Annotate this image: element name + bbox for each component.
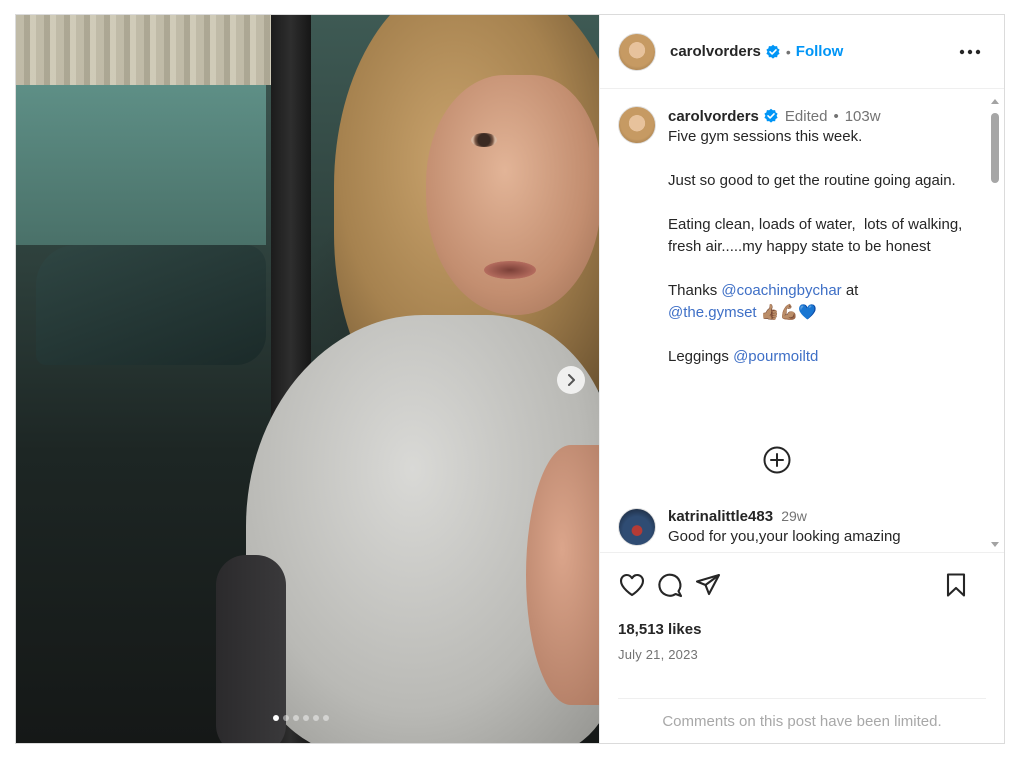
caption-author-avatar[interactable] [618, 106, 656, 144]
mention-link[interactable]: @the.gymset [668, 304, 757, 321]
comment-text: Good for you,your looking amazing [668, 528, 901, 545]
author-username[interactable]: carolvorders [670, 43, 761, 60]
next-slide-button[interactable] [557, 366, 585, 394]
caption-text: Five gym sessions this week. Just so goo… [668, 126, 968, 368]
scrollbar[interactable] [988, 95, 1002, 551]
verified-badge-icon [766, 44, 780, 59]
emoji-text: 👍🏽💪🏽💙 [756, 304, 817, 321]
comment-age[interactable]: 29w [781, 508, 807, 524]
caption-text-fragment: Thanks [668, 282, 722, 299]
photo-background [16, 15, 306, 85]
mention-link[interactable]: @pourmoiltd [733, 348, 818, 365]
photo-cushion [36, 245, 266, 365]
photo-face [426, 75, 599, 315]
post-actions: 18,513 likes July 21, 2023 Comments on t… [600, 552, 1004, 743]
carousel-dot [323, 715, 329, 721]
header-separator: • [785, 43, 791, 60]
commenter-avatar[interactable] [618, 508, 656, 546]
post-age[interactable]: 103w [845, 108, 881, 125]
caption: carolvorders Edited • 103w Five gym sess… [618, 106, 968, 390]
paper-plane-icon[interactable] [694, 571, 722, 599]
post-details-panel: carolvorders • Follow carolvorders Edite… [599, 15, 1004, 743]
carousel-dot [303, 715, 309, 721]
heart-icon[interactable] [618, 571, 646, 599]
caption-thanks: Thanks @coachingbychar at @the.gymset 👍🏽💪… [668, 280, 968, 324]
comments-limited-notice: Comments on this post have been limited. [618, 698, 986, 744]
instagram-post: carolvorders • Follow carolvorders Edite… [15, 14, 1005, 744]
photo-mouth [484, 261, 536, 279]
photo-eye [471, 133, 497, 147]
more-options-button[interactable] [958, 42, 982, 62]
verified-badge-icon [764, 108, 778, 123]
caption-line: Five gym sessions this week. [668, 128, 863, 145]
likes-count[interactable]: 18,513 likes [618, 621, 701, 638]
post-image[interactable] [16, 15, 599, 743]
bookmark-icon[interactable] [942, 571, 970, 599]
scrollbar-thumb[interactable] [991, 113, 999, 183]
more-options-icon [959, 49, 981, 55]
comment: katrinalittle483 29w Good for you,your l… [618, 508, 901, 546]
scroll-down-arrow-icon[interactable] [990, 539, 1000, 549]
mention-link[interactable]: @coachingbychar [721, 282, 841, 299]
carousel-dot [293, 715, 299, 721]
edited-label: Edited [784, 107, 828, 125]
caption-leggings: Leggings @pourmoiltd [668, 346, 968, 368]
caption-text-fragment: Leggings [668, 348, 734, 365]
commenter-username[interactable]: katrinalittle483 [668, 508, 773, 525]
caption-username[interactable]: carolvorders [668, 108, 759, 125]
post-date[interactable]: July 21, 2023 [618, 647, 698, 662]
carousel-dot [283, 715, 289, 721]
caption-line: Eating clean, loads of water, lots of wa… [668, 216, 967, 255]
plus-circle-icon[interactable] [762, 445, 792, 475]
comments-scroll-area[interactable]: carolvorders Edited • 103w Five gym sess… [600, 90, 988, 552]
carousel-dot [273, 715, 279, 721]
meta-separator: • [833, 107, 839, 125]
chevron-right-icon [568, 374, 575, 386]
photo-wall [16, 85, 266, 245]
follow-button[interactable]: Follow [796, 43, 844, 60]
comment-icon[interactable] [656, 571, 684, 599]
carousel-indicator [273, 715, 329, 721]
caption-line: Just so good to get the routine going ag… [668, 172, 956, 189]
post-header: carolvorders • Follow [600, 15, 1004, 89]
carousel-dot [313, 715, 319, 721]
scroll-up-arrow-icon[interactable] [990, 97, 1000, 107]
caption-text-fragment: at [841, 282, 859, 299]
author-avatar[interactable] [618, 32, 656, 71]
